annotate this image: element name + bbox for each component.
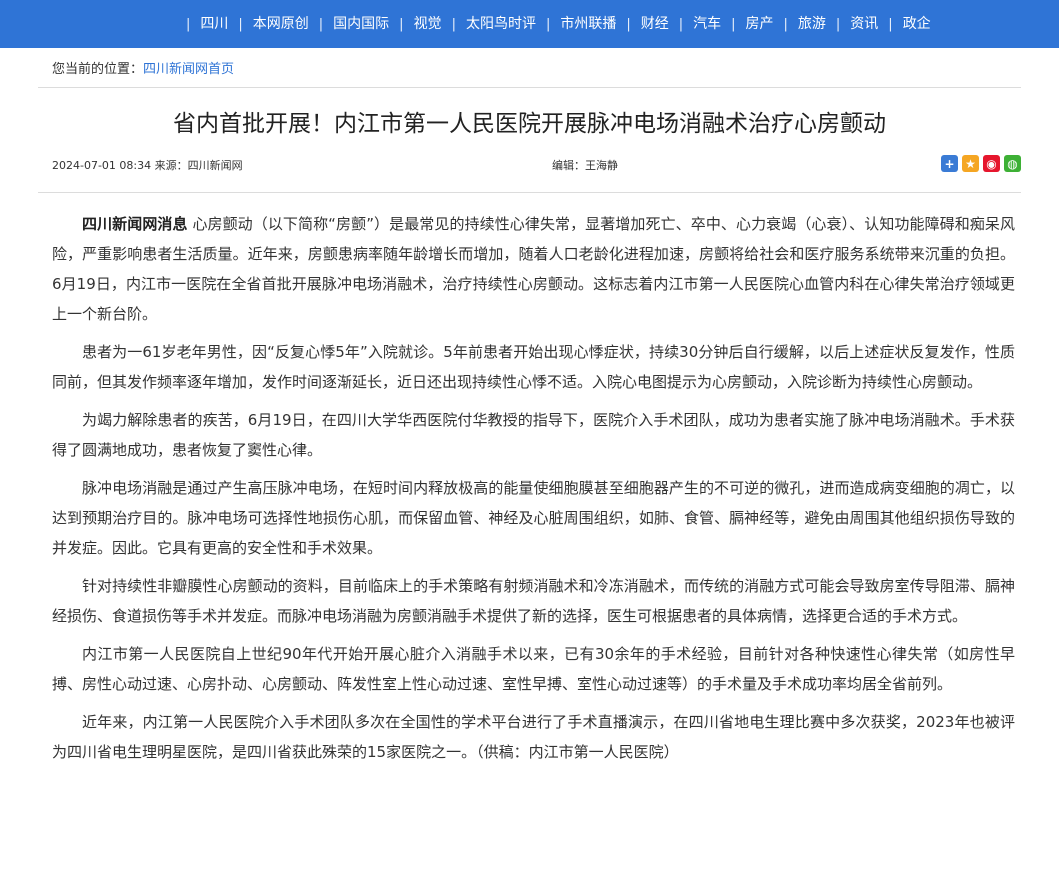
nav-item-sichuan[interactable]: 四川 bbox=[190, 0, 238, 48]
nav-item-commentary[interactable]: 太阳鸟时评 bbox=[456, 0, 546, 48]
source-label: 来源： bbox=[154, 159, 188, 172]
article-title: 省内首批开展！内江市第一人民医院开展脉冲电场消融术治疗心房颤动 bbox=[173, 111, 886, 137]
article-paragraph: 内江市第一人民医院自上世纪90年代开始开展心脏介入消融手术以来，已有30余年的手… bbox=[52, 645, 1015, 693]
article-paragraph: 针对持续性非瓣膜性心房颤动的资料，目前临床上的手术策略有射频消融术和冷冻消融术，… bbox=[52, 577, 1015, 625]
article-paragraph: 为竭力解除患者的疾苦，6月19日，在四川大学华西医院付华教授的指导下，医院介入手… bbox=[52, 411, 1015, 459]
breadcrumb-prefix: 您当前的位置： bbox=[52, 62, 144, 77]
paragraph-text: 心房颤动（以下简称“房颤”）是最常见的持续性心律失常，显著增加死亡、卒中、心力衰… bbox=[52, 215, 1015, 323]
share-toolbar: + ★ ◉ ◍ bbox=[941, 155, 1021, 172]
article-body: 四川新闻网消息 心房颤动（以下简称“房颤”）是最常见的持续性心律失常，显著增加死… bbox=[52, 193, 1015, 767]
article-paragraph: 脉冲电场消融是通过产生高压脉冲电场，在短时间内释放极高的能量使细胞膜甚至细胞器产… bbox=[52, 479, 1015, 557]
nav-separator: | bbox=[731, 16, 736, 32]
qzone-icon[interactable]: ★ bbox=[962, 155, 979, 172]
editor-label: 编辑： bbox=[552, 159, 585, 172]
share-plus-icon[interactable]: + bbox=[941, 155, 958, 172]
breadcrumb: 您当前的位置： 四川新闻网首页 bbox=[38, 48, 1021, 88]
nav-item-auto[interactable]: 汽车 bbox=[683, 0, 731, 48]
article-editor: 编辑：王海静 bbox=[552, 157, 618, 173]
nav-item-government[interactable]: 政企 bbox=[893, 0, 941, 48]
article-paragraph: 四川新闻网消息 心房颤动（以下简称“房颤”）是最常见的持续性心律失常，显著增加死… bbox=[52, 209, 1015, 329]
breadcrumb-home-link[interactable]: 四川新闻网首页 bbox=[143, 58, 234, 77]
nav-item-original[interactable]: 本网原创 bbox=[243, 0, 319, 48]
nav-separator: | bbox=[238, 16, 243, 32]
nav-separator: | bbox=[451, 16, 456, 32]
editor-name: 王海静 bbox=[585, 159, 618, 172]
nav-separator: | bbox=[626, 16, 631, 32]
wechat-icon[interactable]: ◍ bbox=[1004, 155, 1021, 172]
nav-separator: | bbox=[888, 16, 893, 32]
nav-separator: | bbox=[783, 16, 788, 32]
article-paragraph: 近年来，内江第一人民医院介入手术团队多次在全国性的学术平台进行了手术直播演示，在… bbox=[52, 713, 1015, 761]
nav-item-domestic-international[interactable]: 国内国际 bbox=[323, 0, 399, 48]
article-paragraph: 患者为一61岁老年男性，因“反复心悸5年”入院就诊。5年前患者开始出现心悸症状，… bbox=[52, 343, 1015, 391]
nav-separator: | bbox=[186, 16, 191, 32]
nav-separator: | bbox=[545, 16, 551, 32]
article-date-source: 2024-07-01 08:34 来源：四川新闻网 bbox=[52, 157, 243, 173]
nav-item-cities[interactable]: 市州联播 bbox=[550, 0, 626, 48]
nav-separator: | bbox=[318, 16, 324, 32]
article-lead: 四川新闻网消息 bbox=[82, 215, 188, 233]
top-navigation: | 四川 | 本网原创 | 国内国际 | 视觉 | 太阳鸟时评 | 市州联播 |… bbox=[0, 0, 1059, 48]
nav-item-visual[interactable]: 视觉 bbox=[404, 0, 452, 48]
nav-item-travel[interactable]: 旅游 bbox=[788, 0, 836, 48]
nav-separator: | bbox=[399, 16, 404, 32]
nav-item-news[interactable]: 资讯 bbox=[840, 0, 888, 48]
article-meta: 2024-07-01 08:34 来源：四川新闻网 编辑：王海静 + ★ ◉ ◍ bbox=[38, 141, 1021, 193]
article-datetime: 2024-07-01 08:34 bbox=[52, 159, 152, 172]
weibo-icon[interactable]: ◉ bbox=[983, 155, 1000, 172]
article-source: 四川新闻网 bbox=[187, 159, 243, 172]
nav-separator: | bbox=[678, 16, 684, 32]
nav-separator: | bbox=[835, 16, 841, 32]
nav-item-realestate[interactable]: 房产 bbox=[736, 0, 784, 48]
nav-item-finance[interactable]: 财经 bbox=[631, 0, 679, 48]
